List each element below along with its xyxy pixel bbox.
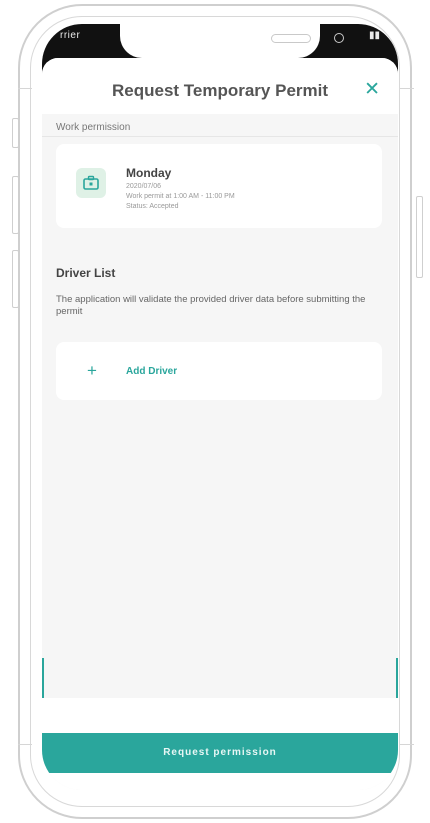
permit-status: Status: Accepted [126,203,179,210]
battery-icon: ▮▮ [368,30,380,41]
notch [120,24,344,58]
add-driver-label: Add Driver [126,366,178,377]
briefcase-icon [76,168,106,198]
app-screen: rrier ▮▮ Request Temporary Permit ✕ Work… [42,24,398,790]
speaker-icon [271,34,311,43]
permit-day: Monday [126,166,172,180]
sheet-header: Request Temporary Permit ✕ [42,58,398,114]
edge-accent [42,658,44,698]
permit-date: 2020/07/06 [126,183,162,190]
page-title: Request Temporary Permit [111,81,329,100]
add-driver-button[interactable]: + Add Driver [56,342,382,400]
edge-accent [396,658,398,698]
frame-line [18,744,32,745]
work-permission-label: Work permission [56,122,131,133]
volume-down-button [12,250,19,308]
permit-sheet: Request Temporary Permit ✕ Work permissi… [42,58,398,790]
driver-list-heading: Driver List [56,266,116,280]
plus-icon: + [87,361,97,380]
divider [42,136,398,137]
frame-line [400,744,414,745]
driver-list-description: The application will validate the provid… [56,294,366,317]
frame-line [18,88,32,89]
carrier-label: rrier [60,30,81,41]
close-icon[interactable]: ✕ [364,78,380,101]
mute-switch [12,118,19,148]
frame-line [400,88,414,89]
volume-up-button [12,176,19,234]
camera-icon [334,33,344,43]
permit-card[interactable]: Monday 2020/07/06 Work permit at 1:00 AM… [56,144,382,228]
power-button [416,196,423,278]
request-permission-button[interactable]: Request permission [42,733,398,773]
permit-hours: Work permit at 1:00 AM - 11:00 PM [126,193,235,200]
